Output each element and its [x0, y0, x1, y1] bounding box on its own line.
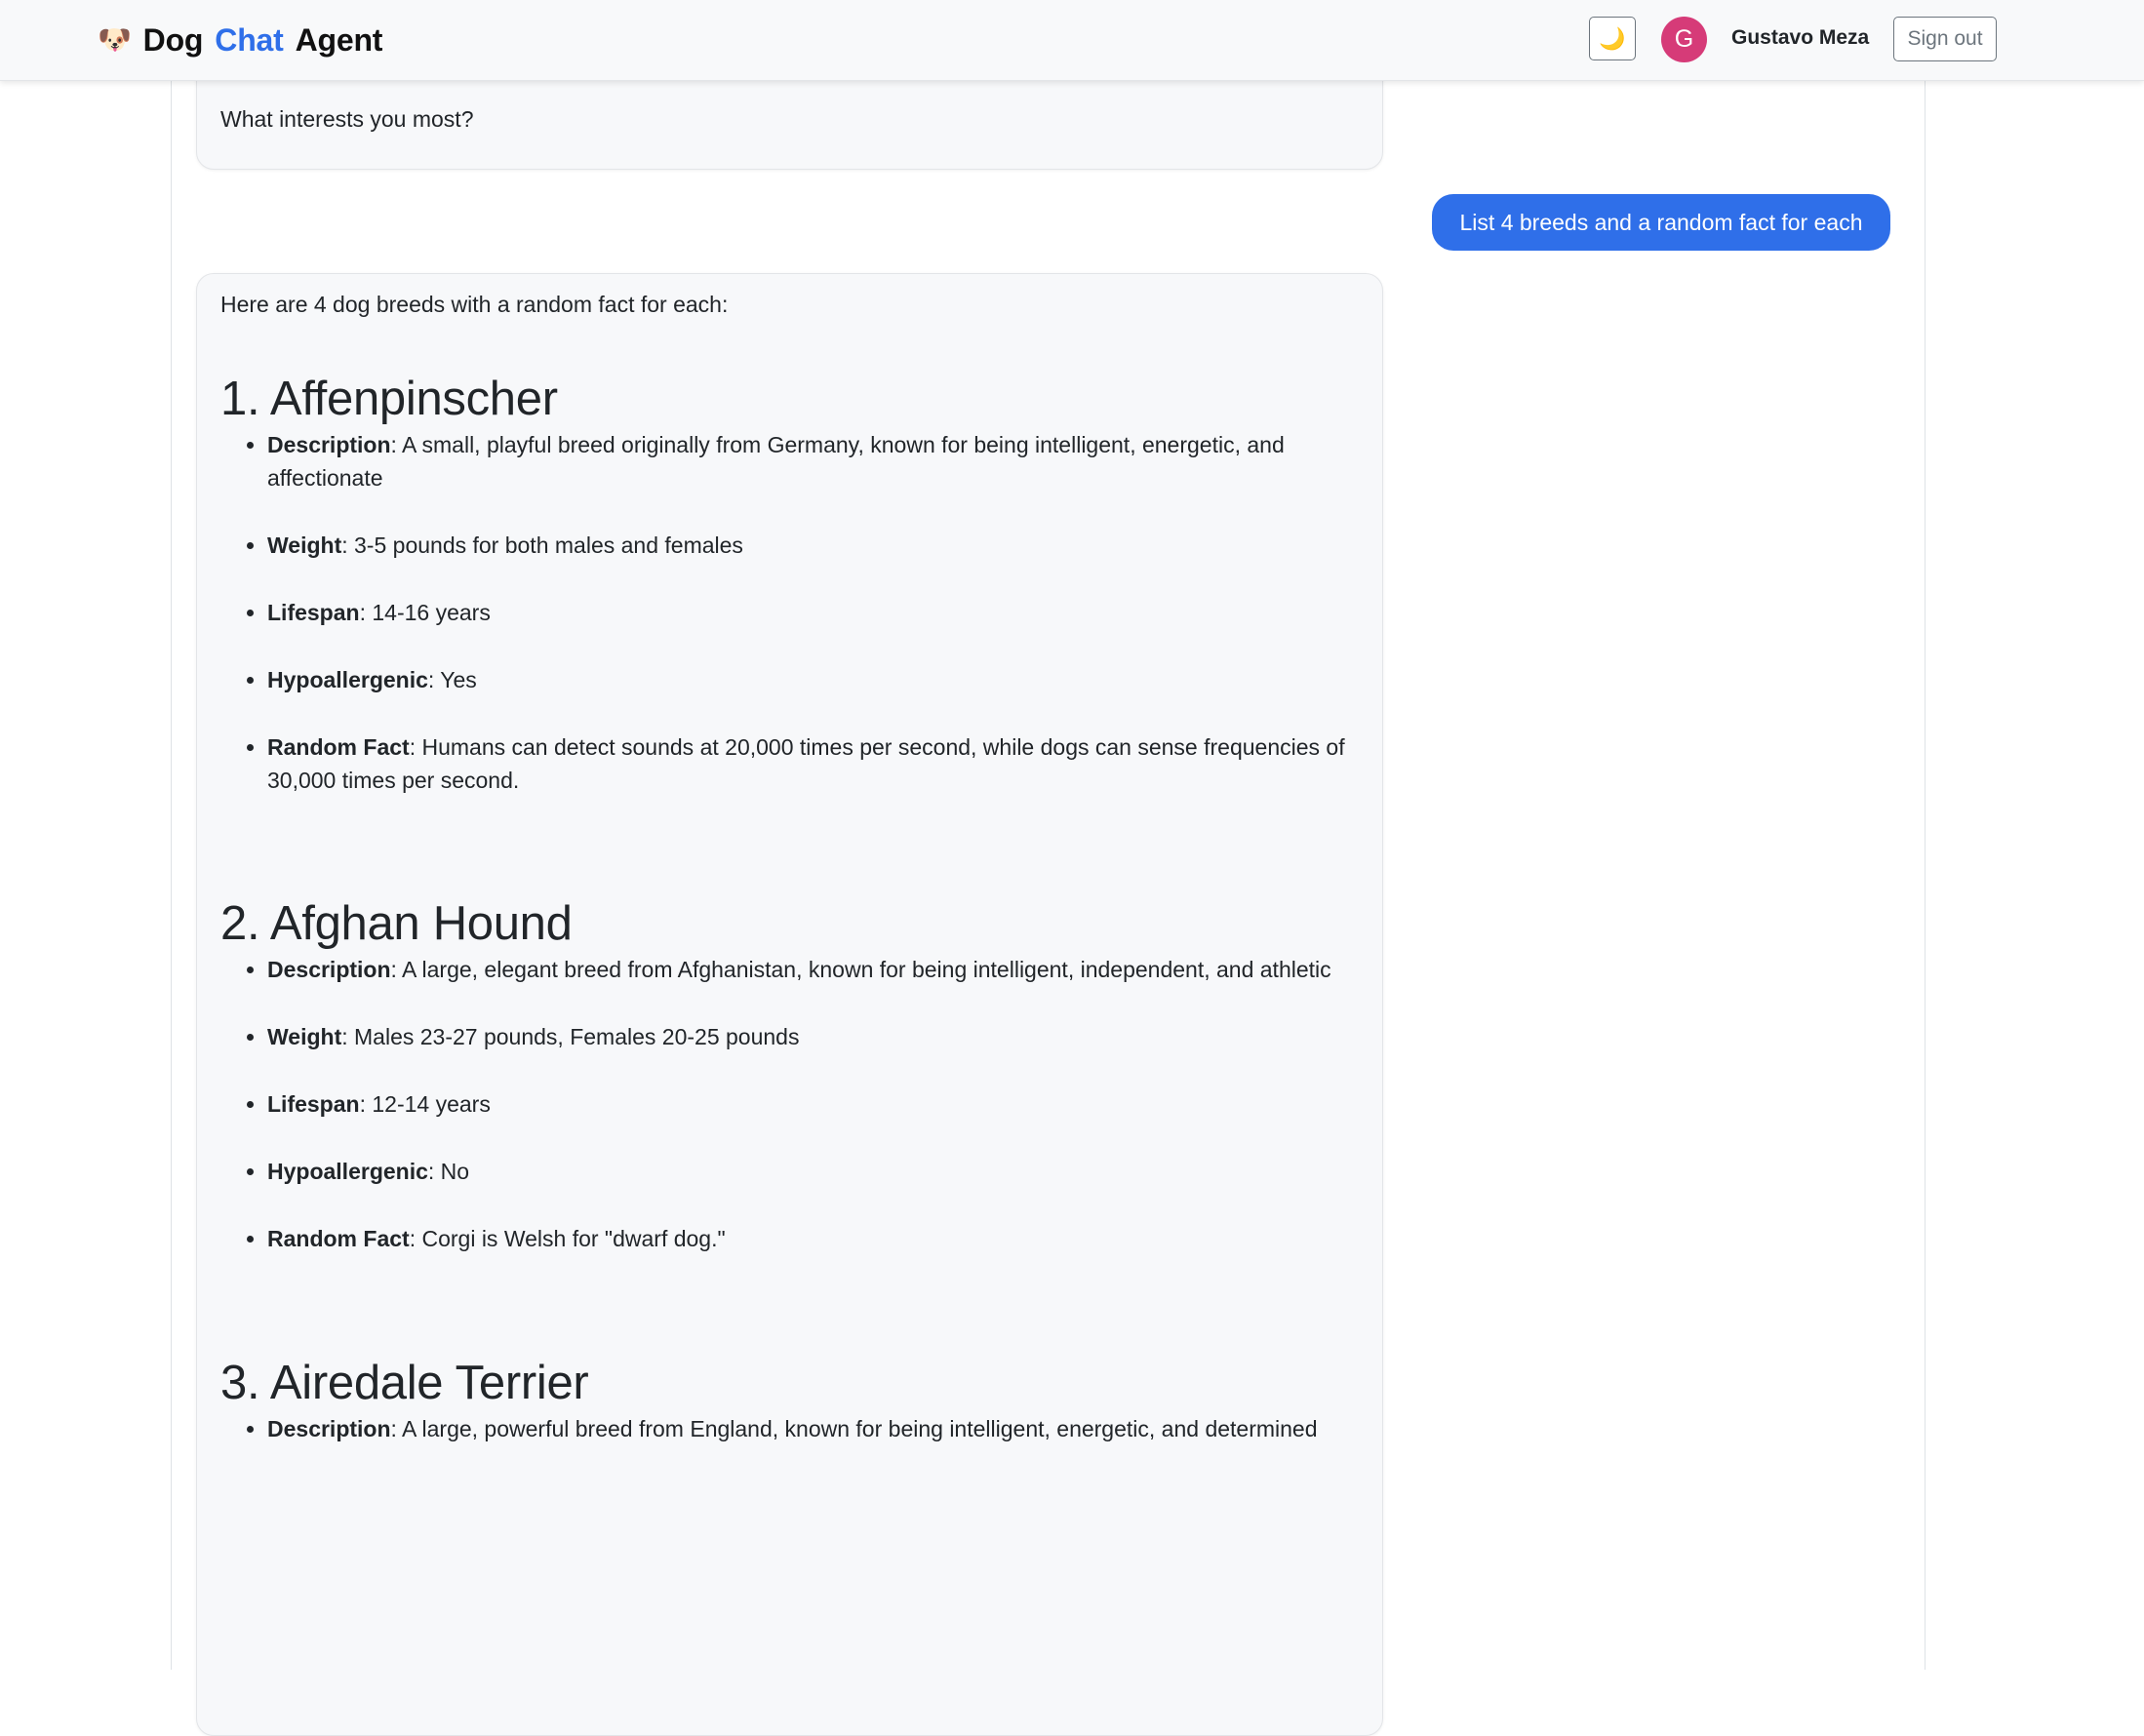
brand[interactable]: 🐶 Dog Chat Agent [98, 18, 382, 62]
message-text: What interests you most? [220, 106, 474, 132]
avatar[interactable]: G [1661, 17, 1707, 62]
list-item: Lifespan: 14-16 years [267, 596, 1359, 629]
list-item: Random Fact: Corgi is Welsh for "dwarf d… [267, 1222, 1359, 1255]
user-message: List 4 breeds and a random fact for each [1432, 194, 1890, 251]
fact-value: : Corgi is Welsh for "dwarf dog." [409, 1226, 726, 1251]
breed-facts-list: Description: A large, elegant breed from… [220, 953, 1359, 1255]
fact-key: Random Fact [267, 734, 410, 760]
theme-toggle-button[interactable]: 🌙 [1589, 17, 1636, 60]
brand-word-chat: Chat [215, 21, 284, 58]
breed-facts-list: Description: A small, playful breed orig… [220, 428, 1359, 797]
fact-key: Lifespan [267, 600, 360, 625]
list-item: Lifespan: 12-14 years [267, 1087, 1359, 1121]
fact-key: Lifespan [267, 1091, 360, 1117]
list-item: Description: A large, elegant breed from… [267, 953, 1359, 986]
top-navbar: 🐶 Dog Chat Agent 🌙 G Gustavo Meza Sign o… [0, 0, 2144, 81]
chat-container: What interests you most? List 4 breeds a… [171, 0, 1926, 1736]
fact-key: Weight [267, 1024, 342, 1049]
fact-key: Description [267, 1416, 391, 1441]
brand-word-agent: Agent [295, 21, 383, 58]
sign-out-button[interactable]: Sign out [1893, 17, 1997, 61]
fact-key: Random Fact [267, 1226, 410, 1251]
user-name: Gustavo Meza [1731, 26, 1870, 49]
breed-facts-list: Description: A large, powerful breed fro… [220, 1412, 1359, 1445]
fact-value: : A large, powerful breed from England, … [390, 1416, 1318, 1441]
breed-heading: 2. Afghan Hound [220, 897, 573, 950]
breed-heading: 1. Affenpinscher [220, 373, 558, 425]
fact-key: Description [267, 957, 391, 982]
fact-key: Hypoallergenic [267, 1159, 428, 1184]
fact-value: : 14-16 years [359, 600, 491, 625]
moon-icon: 🌙 [1599, 25, 1626, 51]
message-intro: Here are 4 dog breeds with a random fact… [220, 292, 729, 317]
fact-key: Description [267, 432, 391, 457]
fact-value: : A large, elegant breed from Afghanista… [390, 957, 1331, 982]
list-item: Description: A large, powerful breed fro… [267, 1412, 1359, 1445]
dog-face-icon: 🐶 [98, 24, 132, 55]
fact-key: Weight [267, 533, 342, 558]
fact-key: Hypoallergenic [267, 667, 428, 692]
fact-value: : No [427, 1159, 470, 1184]
fact-value: : 3-5 pounds for both males and females [341, 533, 743, 558]
breed-heading: 3. Airedale Terrier [220, 1357, 589, 1409]
fact-value: : A small, playful breed originally from… [267, 432, 1285, 491]
fact-value: : Humans can detect sounds at 20,000 tim… [267, 734, 1345, 793]
brand-word-dog: Dog [142, 21, 204, 58]
list-item: Weight: Males 23-27 pounds, Females 20-2… [267, 1020, 1359, 1053]
fact-value: : Males 23-27 pounds, Females 20-25 poun… [341, 1024, 800, 1049]
list-item: Description: A small, playful breed orig… [267, 428, 1359, 494]
fact-value: : 12-14 years [359, 1091, 491, 1117]
fact-value: : Yes [427, 667, 477, 692]
list-item: Random Fact: Humans can detect sounds at… [267, 730, 1359, 797]
message-content: Here are 4 dog breeds with a random fact… [197, 274, 1382, 1445]
list-item: Hypoallergenic: Yes [267, 663, 1359, 696]
bot-message: Here are 4 dog breeds with a random fact… [196, 273, 1383, 1736]
list-item: Weight: 3-5 pounds for both males and fe… [267, 529, 1359, 562]
list-item: Hypoallergenic: No [267, 1155, 1359, 1188]
